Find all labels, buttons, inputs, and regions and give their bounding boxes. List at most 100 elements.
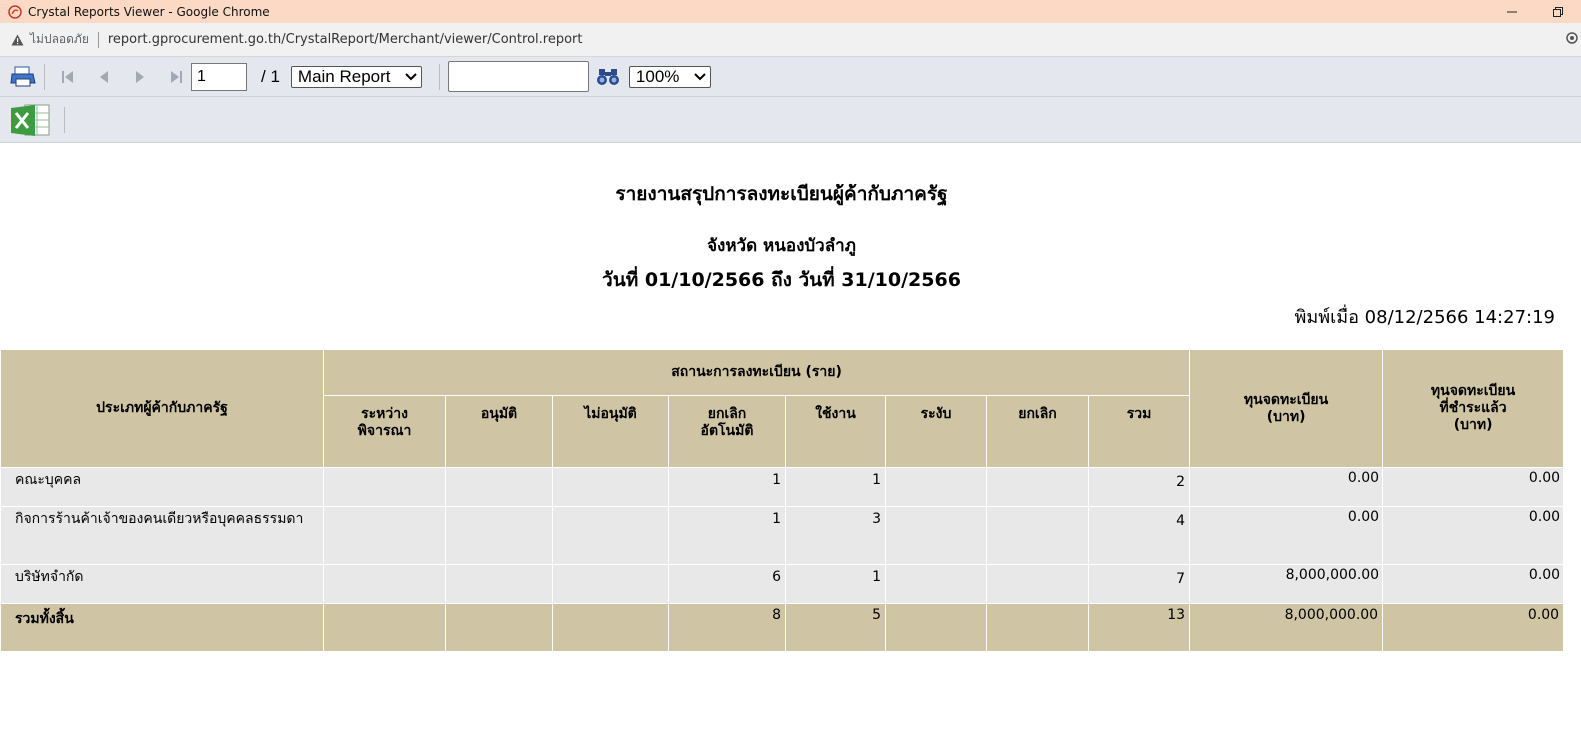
- cell-type: กิจการร้านค้าเจ้าของคนเดียวหรือบุคคลธรรม…: [0, 506, 324, 565]
- table-row: บริษัทจำกัด 6 1 7 8,000,000.00 0.00: [0, 564, 1565, 604]
- security-label[interactable]: ไม่ปลอดภัย: [30, 30, 89, 49]
- header-paid-capital: ทุนจดทะเบียน ที่ชำระแล้ว (บาท): [1382, 349, 1565, 468]
- window-title: Crystal Reports Viewer - Google Chrome: [28, 4, 270, 19]
- window-titlebar: Crystal Reports Viewer - Google Chrome: [0, 0, 1581, 23]
- cell-pending: [323, 564, 446, 604]
- address-divider: [97, 31, 99, 48]
- cell-suspended: [885, 467, 987, 507]
- total-paid: 0.00: [1382, 603, 1565, 652]
- total-approved: [445, 603, 553, 652]
- header-status: สถานะการลงทะเบียน (ราย): [322, 349, 1191, 396]
- cell-capital: 8,000,000.00: [1189, 564, 1384, 604]
- cell-approved: [445, 467, 553, 507]
- cell-pending: [323, 506, 446, 565]
- minimize-button[interactable]: [1489, 0, 1535, 23]
- first-page-icon[interactable]: [61, 70, 75, 84]
- cell-not-approved: [552, 564, 669, 604]
- page-number-input[interactable]: [191, 62, 247, 91]
- total-auto-cancel: 8: [668, 603, 786, 652]
- header-auto-cancel: ยกเลิก อัตโนมัติ: [668, 395, 786, 468]
- header-capital-line2: (บาท): [1266, 408, 1306, 425]
- cell-sum: 7: [1087, 564, 1191, 604]
- toolbar-divider: [64, 106, 65, 133]
- cell-sum: 4: [1087, 506, 1191, 565]
- cell-approved: [445, 506, 553, 565]
- header-type: ประเภทผู้ค้ากับภาครัฐ: [0, 349, 324, 468]
- cell-active: 1: [785, 467, 886, 507]
- header-not-approved: ไม่อนุมัติ: [552, 395, 669, 468]
- cell-capital: 0.00: [1189, 467, 1384, 507]
- chevron-down-icon: [405, 72, 417, 81]
- header-auto-cancel-line2: อัตโนมัติ: [700, 423, 754, 439]
- report-title: รายงานสรุปการลงทะเบียนผู้ค้ากับภาครัฐ: [615, 183, 948, 205]
- cell-paid: 0.00: [1382, 467, 1565, 507]
- cell-paid: 0.00: [1382, 506, 1565, 565]
- cell-type: บริษัทจำกัด: [0, 564, 324, 604]
- header-pending-line1: ระหว่าง: [361, 406, 408, 422]
- cell-suspended: [885, 506, 987, 565]
- cell-sum: 2: [1087, 467, 1191, 507]
- cell-not-approved: [552, 467, 669, 507]
- cell-not-approved: [552, 506, 669, 565]
- header-paid-line1: ทุนจดทะเบียน: [1430, 383, 1516, 399]
- cell-auto-cancel: 1: [668, 506, 786, 565]
- next-page-icon[interactable]: [134, 70, 146, 84]
- cell-paid: 0.00: [1382, 564, 1565, 604]
- report-province: จังหวัด หนองบัวลำภู: [707, 236, 856, 256]
- header-auto-cancel-line1: ยกเลิก: [707, 406, 747, 422]
- excel-export-icon[interactable]: [10, 102, 52, 138]
- report-print-time: พิมพ์เมื่อ 08/12/2566 14:27:19: [1294, 307, 1555, 328]
- total-suspended: [885, 603, 987, 652]
- cell-type: คณะบุคคล: [0, 467, 324, 507]
- table-row: กิจการร้านค้าเจ้าของคนเดียวหรือบุคคลธรรม…: [0, 506, 1565, 565]
- cell-active: 1: [785, 564, 886, 604]
- report-page: รายงานสรุปการลงทะเบียนผู้ค้ากับภาครัฐ จั…: [0, 143, 1581, 742]
- app-icon: [8, 4, 22, 19]
- cell-pending: [323, 467, 446, 507]
- toolbar-divider: [44, 63, 45, 90]
- search-input[interactable]: [447, 61, 589, 92]
- zoom-select[interactable]: 100%: [628, 65, 711, 88]
- warning-icon[interactable]: [11, 34, 24, 46]
- report-toolbar: / 1 Main Report 100%: [0, 57, 1581, 97]
- restore-button[interactable]: [1535, 0, 1581, 23]
- total-type: รวมทั้งสิ้น: [0, 603, 324, 652]
- report-date-range: วันที่ 01/10/2566 ถึง วันที่ 31/10/2566: [602, 269, 961, 291]
- table-row: คณะบุคคล 1 1 2 0.00 0.00: [0, 467, 1565, 507]
- total-not-approved: [552, 603, 669, 652]
- header-cancelled: ยกเลิก: [986, 395, 1089, 468]
- last-page-icon[interactable]: [169, 70, 183, 84]
- header-capital: ทุนจดทะเบียน (บาท): [1189, 349, 1384, 468]
- zoom-select-value: 100%: [635, 66, 680, 86]
- report-select[interactable]: Main Report: [290, 65, 422, 88]
- header-capital-line1: ทุนจดทะเบียน: [1243, 391, 1329, 408]
- page-total: / 1: [261, 66, 280, 86]
- total-capital: 8,000,000.00: [1189, 603, 1384, 652]
- header-active: ใช้งาน: [785, 395, 886, 468]
- header-pending: ระหว่าง พิจารณา: [323, 395, 446, 468]
- chevron-down-icon: [694, 72, 706, 81]
- cell-cancelled: [986, 506, 1089, 565]
- cell-auto-cancel: 1: [668, 467, 786, 507]
- header-paid-line2: ที่ชำระแล้ว: [1439, 400, 1507, 416]
- address-bar[interactable]: ไม่ปลอดภัย report.gprocurement.go.th/Cry…: [0, 23, 1581, 57]
- summary-table: ประเภทผู้ค้ากับภาครัฐ สถานะการลงทะเบียน …: [0, 349, 1565, 652]
- print-icon[interactable]: [10, 66, 36, 88]
- cell-active: 3: [785, 506, 886, 565]
- toolbar-divider: [438, 63, 440, 90]
- binoculars-icon[interactable]: [596, 67, 619, 87]
- settings-icon[interactable]: [1565, 31, 1579, 49]
- header-sum: รวม: [1087, 395, 1191, 468]
- header-approved: อนุมัติ: [445, 395, 553, 468]
- cell-cancelled: [986, 467, 1089, 507]
- total-cancelled: [986, 603, 1089, 652]
- url-text[interactable]: report.gprocurement.go.th/CrystalReport/…: [108, 32, 583, 47]
- previous-page-icon[interactable]: [97, 70, 109, 84]
- report-select-value: Main Report: [297, 66, 391, 86]
- cell-cancelled: [986, 564, 1089, 604]
- total-pending: [323, 603, 446, 652]
- cell-capital: 0.00: [1189, 506, 1384, 565]
- cell-approved: [445, 564, 553, 604]
- header-suspended: ระงับ: [885, 395, 987, 468]
- cell-auto-cancel: 6: [668, 564, 786, 604]
